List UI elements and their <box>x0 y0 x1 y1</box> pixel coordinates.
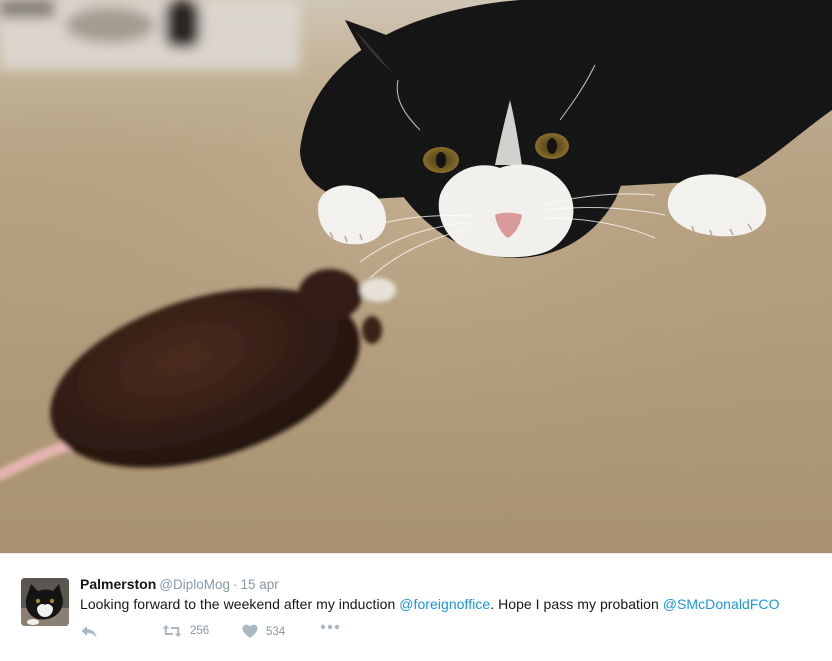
header-separator: · <box>232 577 238 592</box>
heart-icon <box>242 624 258 638</box>
author-handle[interactable]: @DiploMog <box>159 577 230 592</box>
tweet-header: Palmerston @DiploMog · 15 apr <box>80 576 279 592</box>
avatar[interactable] <box>21 578 69 626</box>
tweet: Palmerston @DiploMog · 15 apr Looking forwa… <box>0 553 832 661</box>
background-blur <box>0 0 300 70</box>
retweet-icon <box>162 625 182 637</box>
like-count: 534 <box>266 625 286 638</box>
tweet-date[interactable]: 15 apr <box>240 577 278 592</box>
tweet-text-part-1: Looking forward to the weekend after my … <box>80 596 400 612</box>
tweet-photo[interactable] <box>0 0 832 553</box>
cat-photo-illustration <box>0 0 832 553</box>
more-button[interactable] <box>320 624 340 630</box>
tweet-text-part-2: . Hope I pass my probation <box>490 596 663 612</box>
mention-foreignoffice[interactable]: @foreignoffice <box>399 596 490 612</box>
tweet-card: Palmerston @DiploMog · 15 apr Looking forwa… <box>0 0 832 661</box>
cat-avatar-icon <box>21 578 69 626</box>
author-name[interactable]: Palmerston <box>80 576 156 592</box>
reply-button[interactable] <box>80 624 98 640</box>
retweet-button[interactable]: 256 <box>162 624 209 638</box>
retweet-count: 256 <box>190 625 210 637</box>
like-button[interactable]: 534 <box>242 624 285 639</box>
more-dots-icon <box>320 624 340 630</box>
reply-icon <box>81 626 97 638</box>
mention-smcdonaldfco[interactable]: @SMcDonaldFCO <box>663 596 780 612</box>
tweet-text: Looking forward to the weekend after my … <box>80 596 780 612</box>
tweet-actions: 256 534 <box>80 624 480 644</box>
